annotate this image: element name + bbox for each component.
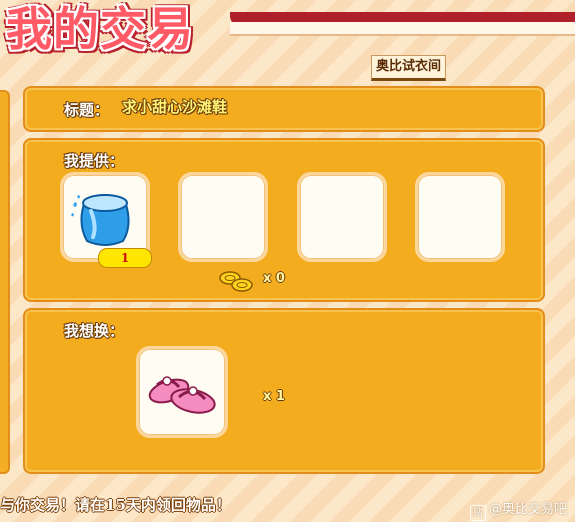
gold-coins-icon	[219, 271, 253, 292]
title-label: 标题：	[64, 101, 110, 119]
offer-slot-2[interactable]	[178, 172, 268, 262]
footer-notice: 与你交易！请在15天内领回物品！	[0, 496, 231, 514]
want-slot[interactable]	[136, 346, 228, 438]
blue-pillow-icon	[71, 194, 130, 246]
offer-slot-3[interactable]	[297, 172, 387, 262]
offer-slot-4[interactable]	[415, 172, 505, 262]
watermark-text: @奥比交易吧	[488, 502, 567, 517]
offer-label: 我提供：	[64, 152, 125, 170]
top-decor-bar	[230, 0, 575, 36]
page-title: 我的交易	[6, 2, 194, 56]
trade-title-value: 求小甜心沙滩鞋	[122, 98, 228, 116]
watermark-logo-icon: 贴	[469, 505, 486, 521]
watermark: 贴 @奥比交易吧	[469, 498, 567, 521]
coin-count: x 0	[263, 271, 285, 286]
want-label: 我想换：	[64, 322, 125, 340]
store-tag[interactable]: 奥比试衣间	[371, 55, 447, 81]
left-side-panel	[0, 90, 10, 474]
page-title-wrap: 我的交易	[6, 0, 194, 58]
pink-sandals-icon	[148, 376, 216, 414]
want-item-count: x 1	[263, 389, 285, 404]
offer-slot-1-quantity: 1	[98, 248, 152, 268]
